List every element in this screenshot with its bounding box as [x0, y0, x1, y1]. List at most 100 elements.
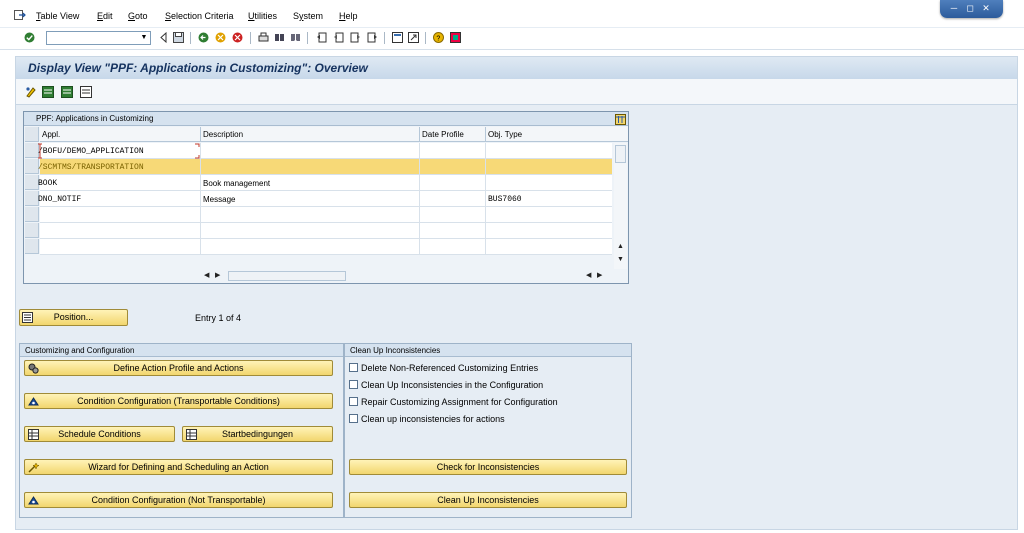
- menu-exit-icon[interactable]: [14, 10, 26, 20]
- applications-table: PPF: Applications in Customizing Appl. D…: [23, 111, 629, 284]
- table-body: /BOFU/DEMO_APPLICATION /SCMTMS/TRANSPORT…: [38, 143, 612, 255]
- previous-page-icon[interactable]: [333, 32, 344, 43]
- menu-edit[interactable]: Edit: [97, 11, 113, 21]
- repair-assignment-checkbox[interactable]: Repair Customizing Assignment for Config…: [349, 396, 619, 408]
- wizard-define-schedule-button[interactable]: Wizard for Defining and Scheduling an Ac…: [24, 459, 333, 475]
- select-all-icon[interactable]: [80, 86, 92, 98]
- display-change-icon[interactable]: [25, 86, 37, 98]
- scroll-left-icon[interactable]: ◀: [204, 271, 209, 279]
- checkbox-box[interactable]: [349, 397, 358, 406]
- scroll-down-icon[interactable]: ▼: [617, 256, 624, 263]
- exit-icon[interactable]: [215, 32, 226, 43]
- scroll-left-icon[interactable]: ◀: [586, 271, 591, 279]
- create-session-icon[interactable]: [392, 32, 403, 43]
- table-row[interactable]: BOOK Book management: [38, 175, 612, 191]
- table-row-empty[interactable]: [40, 223, 612, 239]
- vertical-scrollbar[interactable]: ▲ ▼: [614, 143, 627, 269]
- select-all-rows[interactable]: [25, 127, 39, 142]
- gears-icon: [28, 363, 39, 374]
- next-page-icon[interactable]: [350, 32, 361, 43]
- column-header-obj-type[interactable]: Obj. Type: [488, 130, 522, 139]
- define-action-profile-button[interactable]: Define Action Profile and Actions: [24, 360, 333, 376]
- column-header-description[interactable]: Description: [203, 130, 243, 139]
- menu-system[interactable]: System: [293, 11, 323, 21]
- restore-icon[interactable]: ◻: [964, 3, 976, 14]
- condition-config-not-transportable-button[interactable]: Condition Configuration (Not Transportab…: [24, 492, 333, 508]
- standard-toolbar: ▼ ?: [0, 28, 1024, 50]
- cell-description[interactable]: Book management: [203, 179, 270, 188]
- button-label: Schedule Conditions: [58, 429, 141, 439]
- save-icon[interactable]: [173, 32, 184, 43]
- window-controls: ─ ◻ ✕: [940, 0, 1003, 18]
- collapse-left-icon[interactable]: [158, 32, 169, 43]
- first-page-icon[interactable]: [316, 32, 327, 43]
- check-inconsistencies-button[interactable]: Check for Inconsistencies: [349, 459, 627, 475]
- menu-help[interactable]: Help: [339, 11, 358, 21]
- scroll-right-icon[interactable]: ▶: [215, 271, 220, 279]
- column-settings-icon[interactable]: [615, 114, 626, 125]
- title-bar: Display View "PPF: Applications in Custo…: [16, 57, 1017, 79]
- cell-appl[interactable]: BOOK: [38, 179, 57, 188]
- table-title-bar: PPF: Applications in Customizing: [24, 112, 628, 126]
- schedule-conditions-button[interactable]: Schedule Conditions: [24, 426, 175, 442]
- column-header-appl[interactable]: Appl.: [42, 130, 60, 139]
- column-header-date-profile[interactable]: Date Profile: [422, 130, 464, 139]
- clean-up-actions-checkbox[interactable]: Clean up inconsistencies for actions: [349, 413, 619, 425]
- row-selector[interactable]: [25, 159, 39, 174]
- copy-as-icon[interactable]: [61, 86, 73, 98]
- clean-up-configuration-checkbox[interactable]: Clean Up Inconsistencies in the Configur…: [349, 379, 619, 391]
- condition-config-transportable-button[interactable]: Condition Configuration (Transportable C…: [24, 393, 333, 409]
- checkbox-box[interactable]: [349, 363, 358, 372]
- minimize-icon[interactable]: ─: [948, 3, 960, 14]
- button-label: Condition Configuration (Not Transportab…: [91, 495, 266, 505]
- find-next-icon[interactable]: [290, 32, 301, 43]
- cell-description[interactable]: Message: [203, 195, 235, 204]
- close-icon[interactable]: ✕: [980, 3, 992, 14]
- layout-menu-icon[interactable]: [450, 32, 461, 43]
- menu-goto[interactable]: Goto: [128, 11, 148, 21]
- row-selector[interactable]: [25, 207, 39, 222]
- cell-appl[interactable]: DNO_NOTIF: [38, 195, 81, 204]
- table-row-empty[interactable]: [40, 239, 612, 255]
- scroll-thumb[interactable]: [615, 145, 626, 163]
- help-icon[interactable]: ?: [433, 32, 444, 43]
- print-icon[interactable]: [258, 32, 269, 43]
- menu-selection-criteria[interactable]: Selection Criteria: [165, 11, 234, 21]
- row-selector[interactable]: [25, 223, 39, 238]
- group-title-bar: Clean Up Inconsistencies: [345, 344, 631, 357]
- table-row-empty[interactable]: [40, 207, 612, 223]
- cell-appl[interactable]: /SCMTMS/TRANSPORTATION: [38, 163, 144, 172]
- checkbox-label: Clean Up Inconsistencies in the Configur…: [361, 380, 544, 390]
- scroll-thumb[interactable]: [228, 271, 346, 281]
- row-selector[interactable]: [25, 175, 39, 190]
- row-selector[interactable]: [25, 239, 39, 254]
- chevron-down-icon[interactable]: ▼: [138, 32, 150, 44]
- position-button[interactable]: Position...: [19, 309, 128, 326]
- scroll-up-icon[interactable]: ▲: [617, 243, 624, 250]
- cell-appl[interactable]: /BOFU/DEMO_APPLICATION: [38, 147, 144, 156]
- table-row-selected[interactable]: /SCMTMS/TRANSPORTATION: [38, 159, 612, 175]
- horizontal-scrollbar[interactable]: ◀ ▶ ◀ ▶: [200, 270, 606, 282]
- shortcut-icon[interactable]: [408, 32, 419, 43]
- find-icon[interactable]: [274, 32, 285, 43]
- button-label: Check for Inconsistencies: [436, 462, 540, 472]
- row-selector[interactable]: [25, 191, 39, 206]
- cell-obj-type[interactable]: BUS7060: [488, 195, 522, 204]
- toolbar-separator: [190, 32, 191, 44]
- back-icon[interactable]: [198, 32, 209, 43]
- table-row[interactable]: DNO_NOTIF Message BUS7060: [38, 191, 612, 207]
- table-row[interactable]: /BOFU/DEMO_APPLICATION: [38, 143, 612, 159]
- command-field[interactable]: ▼: [46, 31, 151, 45]
- new-entries-icon[interactable]: [42, 86, 54, 98]
- last-page-icon[interactable]: [367, 32, 378, 43]
- cancel-icon[interactable]: [232, 32, 243, 43]
- clean-up-inconsistencies-button[interactable]: Clean Up Inconsistencies: [349, 492, 627, 508]
- delete-non-referenced-checkbox[interactable]: Delete Non-Referenced Customizing Entrie…: [349, 362, 619, 374]
- menu-table-view[interactable]: Table View: [36, 11, 79, 21]
- scroll-right-icon[interactable]: ▶: [597, 271, 602, 279]
- menu-utilities[interactable]: Utilities: [248, 11, 277, 21]
- startbedingungen-button[interactable]: Startbedingungen: [182, 426, 333, 442]
- enter-checkmark-icon[interactable]: [24, 32, 35, 43]
- checkbox-box[interactable]: [349, 380, 358, 389]
- checkbox-box[interactable]: [349, 414, 358, 423]
